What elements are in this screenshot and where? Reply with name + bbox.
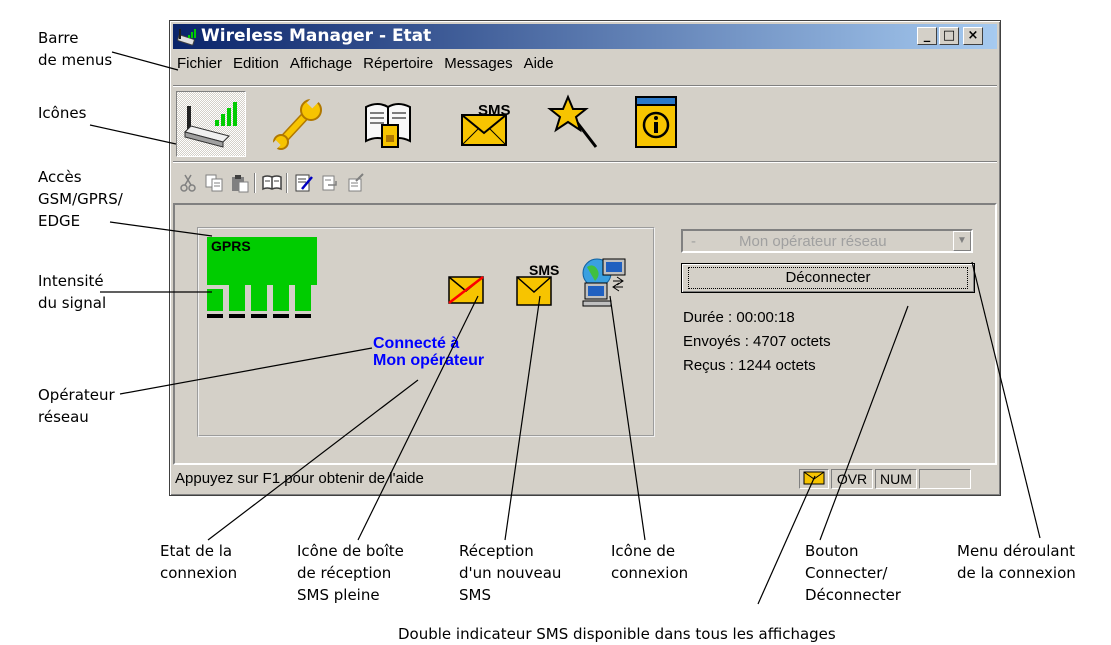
app-window: Wireless Manager - Etat _ □ × Fichier Ed… — [169, 20, 1001, 496]
num-indicator: NUM — [875, 469, 917, 489]
wrench-icon — [270, 95, 322, 151]
toolbar-divider — [254, 173, 256, 193]
sms-button[interactable]: SMS — [454, 91, 524, 157]
inbox-full-icon — [448, 276, 484, 304]
status-bar: Appuyez sur F1 pour obtenir de l'aide OV… — [173, 467, 997, 491]
menu-bar: Fichier Edition Affichage Répertoire Mes… — [173, 53, 561, 77]
duration-text: Durée : 00:00:18 — [683, 309, 795, 326]
modem-signal-icon — [184, 102, 237, 148]
annotation-connect-button: Bouton Connecter/Déconnecter — [805, 542, 901, 604]
sms-indicator-icon — [803, 471, 825, 485]
annotation-dropdown: Menu déroulant de la connexion — [957, 542, 1076, 582]
info-icon — [635, 96, 677, 148]
magic-wand-icon — [547, 94, 598, 148]
status-panel-empty — [919, 469, 971, 489]
phonebook-button[interactable] — [354, 91, 424, 157]
separator — [173, 85, 997, 87]
operator-dropdown[interactable]: - Mon opérateur réseau ▼ — [681, 229, 973, 253]
status-help-text: Appuyez sur F1 pour obtenir de l'aide — [175, 470, 424, 487]
info-button[interactable] — [624, 91, 694, 157]
operator-dropdown-value: Mon opérateur réseau — [739, 233, 887, 250]
access-type-label: GPRS — [211, 238, 251, 254]
book-icon[interactable] — [262, 173, 282, 193]
minimize-button[interactable]: _ — [917, 27, 937, 45]
window-title: Wireless Manager - Etat — [201, 26, 432, 46]
phonebook-icon — [365, 103, 411, 148]
chevron-down-icon[interactable]: ▼ — [953, 231, 971, 251]
connection-state: Connecté à Mon opérateur — [373, 335, 484, 369]
separator — [173, 161, 997, 163]
menu-aide[interactable]: Aide — [520, 53, 561, 77]
maximize-button[interactable]: □ — [939, 27, 959, 45]
send-icon[interactable] — [320, 173, 340, 193]
app-modem-icon — [177, 29, 196, 46]
wizard-button[interactable] — [544, 91, 614, 157]
new-sms-icon: SMS — [516, 262, 559, 306]
menu-repertoire[interactable]: Répertoire — [359, 53, 440, 77]
disconnect-button[interactable]: Déconnecter — [681, 263, 975, 293]
title-bar[interactable]: Wireless Manager - Etat _ □ × — [173, 24, 997, 49]
menu-affichage[interactable]: Affichage — [286, 53, 359, 77]
cut-icon[interactable] — [178, 173, 198, 193]
settings-button[interactable] — [266, 91, 336, 157]
annotation-access: Accès GSM/GPRS/EDGE — [38, 168, 123, 230]
annotation-double-indicator: Double indicateur SMS disponible dans to… — [398, 625, 836, 643]
annotation-connection-state: Etat de la connexion — [160, 542, 238, 582]
new-message-icon[interactable] — [294, 173, 314, 193]
menu-fichier[interactable]: Fichier — [173, 53, 229, 77]
connection-icon — [582, 258, 626, 307]
operator-dropdown-marker: - — [691, 233, 696, 250]
annotation-connection-icon: Icône de connexion — [611, 542, 689, 582]
receive-icon[interactable] — [346, 173, 366, 193]
connection-state-line2: Mon opérateur — [373, 352, 485, 369]
disconnect-button-label: Déconnecter — [688, 267, 968, 289]
status-view: GPRS SMS Connecté à Mon opérateur - Mon … — [173, 203, 997, 465]
annotation-inbox-full: Icône de boîte de réception SMS pleine — [297, 542, 404, 604]
annotation-icons: Icônes — [38, 104, 87, 122]
annotation-menubar: Barre de menus — [38, 29, 113, 69]
connection-panel: GPRS SMS Connecté à Mon opérateur — [197, 227, 655, 437]
menu-messages[interactable]: Messages — [440, 53, 519, 77]
close-button[interactable]: × — [963, 27, 983, 45]
menu-edition[interactable]: Edition — [229, 53, 286, 77]
toolbar-divider — [286, 173, 288, 193]
sms-indicator — [799, 469, 829, 489]
sms-envelope-icon: SMS — [461, 102, 511, 146]
paste-icon[interactable] — [230, 173, 250, 193]
signal-strength-icon: GPRS — [207, 237, 317, 318]
received-text: Reçus : 1244 octets — [683, 357, 816, 374]
new-sms-label: SMS — [529, 262, 559, 278]
connection-state-line1: Connecté à — [373, 335, 460, 352]
annotation-new-sms: Réception d'un nouveau SMS — [459, 542, 562, 604]
annotation-operator: Opérateur réseau — [38, 386, 115, 426]
sms-label: SMS — [478, 102, 511, 119]
ovr-indicator: OVR — [831, 469, 873, 489]
copy-icon[interactable] — [204, 173, 224, 193]
sent-text: Envoyés : 4707 octets — [683, 333, 831, 350]
annotation-signal: Intensité du signal — [38, 272, 107, 312]
status-view-button[interactable] — [176, 91, 246, 157]
